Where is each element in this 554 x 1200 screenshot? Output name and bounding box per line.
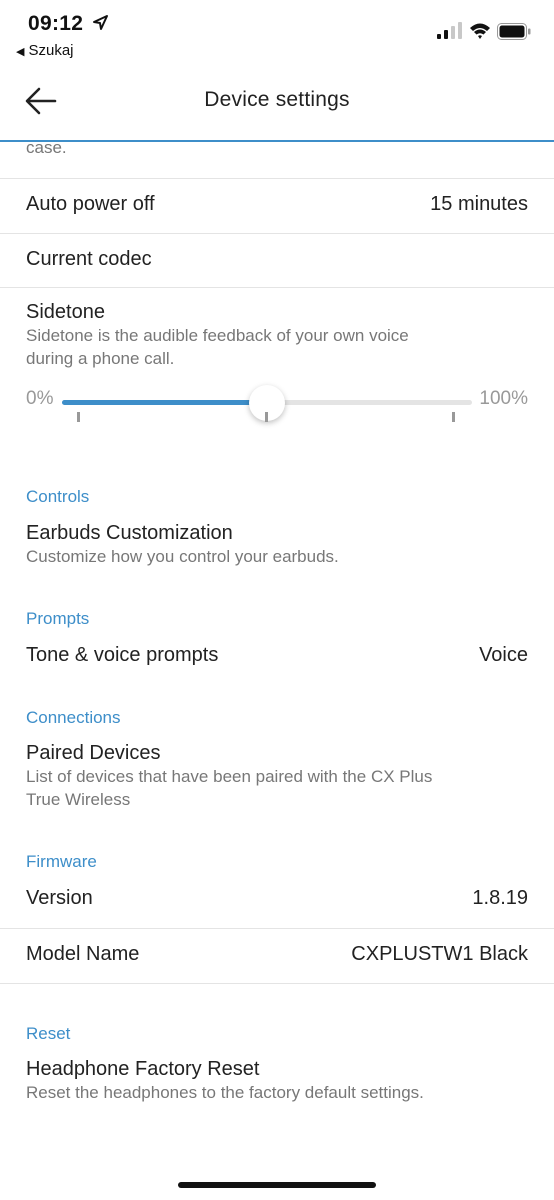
battery-icon [497,23,531,40]
status-bar: 09:12 ◀ Szukaj [0,0,554,68]
sidetone-description: Sidetone is the audible feedback of your… [26,326,409,368]
location-arrow-icon [93,15,108,30]
firmware-version-value: 1.8.19 [472,887,528,909]
earbuds-customization-row[interactable]: Earbuds Customization Customize how you … [0,514,554,570]
paired-devices-description: List of devices that have been paired wi… [26,767,433,809]
factory-reset-description: Reset the headphones to the factory defa… [26,1083,424,1102]
section-header-reset: Reset [26,1024,71,1043]
paired-devices-row[interactable]: Paired Devices List of devices that have… [0,734,554,812]
previous-item-description: case. [26,142,67,157]
firmware-version-row: Version 1.8.19 [0,877,554,927]
factory-reset-row[interactable]: Headphone Factory Reset Reset the headph… [0,1050,554,1130]
earbuds-customization-description: Customize how you control your earbuds. [26,547,339,566]
slider-track[interactable] [62,385,472,421]
model-name-label: Model Name [26,943,140,965]
divider [0,983,554,984]
home-indicator[interactable] [178,1182,376,1188]
section-header-connections: Connections [26,708,121,727]
slider-tick-default [265,412,268,422]
model-name-value: CXPLUSTW1 Black [351,943,528,965]
factory-reset-title: Headphone Factory Reset [26,1058,260,1080]
slider-fill [62,400,267,405]
wifi-icon [470,23,490,39]
settings-list[interactable]: case. Auto power off 15 minutes Current … [0,142,554,1200]
tone-voice-prompts-label: Tone & voice prompts [26,644,219,666]
tone-voice-prompts-value: Voice [479,644,528,666]
page-title: Device settings [204,88,350,111]
current-codec-label: Current codec [26,248,152,270]
sidetone-slider[interactable]: 0% 100% [0,385,554,448]
model-name-row: Model Name CXPLUSTW1 Black [0,929,554,983]
back-to-app-link[interactable]: ◀ Szukaj [16,42,74,59]
back-triangle-icon: ◀ [16,46,25,58]
earbuds-customization-title: Earbuds Customization [26,522,233,544]
divider [0,287,554,288]
auto-power-off-value: 15 minutes [430,193,528,215]
cellular-signal-icon [437,22,462,39]
back-app-label: Szukaj [28,42,74,59]
auto-power-off-label: Auto power off [26,193,155,215]
tone-voice-prompts-row[interactable]: Tone & voice prompts Voice [0,634,554,676]
slider-min-label: 0% [26,388,54,409]
auto-power-off-row[interactable]: Auto power off 15 minutes [0,179,554,233]
status-time: 09:12 [28,12,84,35]
navigation-bar: Device settings [0,68,554,142]
paired-devices-title: Paired Devices [26,742,161,764]
slider-tick-min [77,412,80,422]
slider-max-label: 100% [479,388,528,409]
section-header-firmware: Firmware [26,852,97,871]
firmware-version-label: Version [26,887,93,909]
section-header-prompts: Prompts [26,609,90,628]
section-header-controls: Controls [26,487,90,506]
current-codec-row[interactable]: Current codec [0,234,554,287]
slider-tick-max [452,412,455,422]
sidetone-title: Sidetone [26,301,105,323]
